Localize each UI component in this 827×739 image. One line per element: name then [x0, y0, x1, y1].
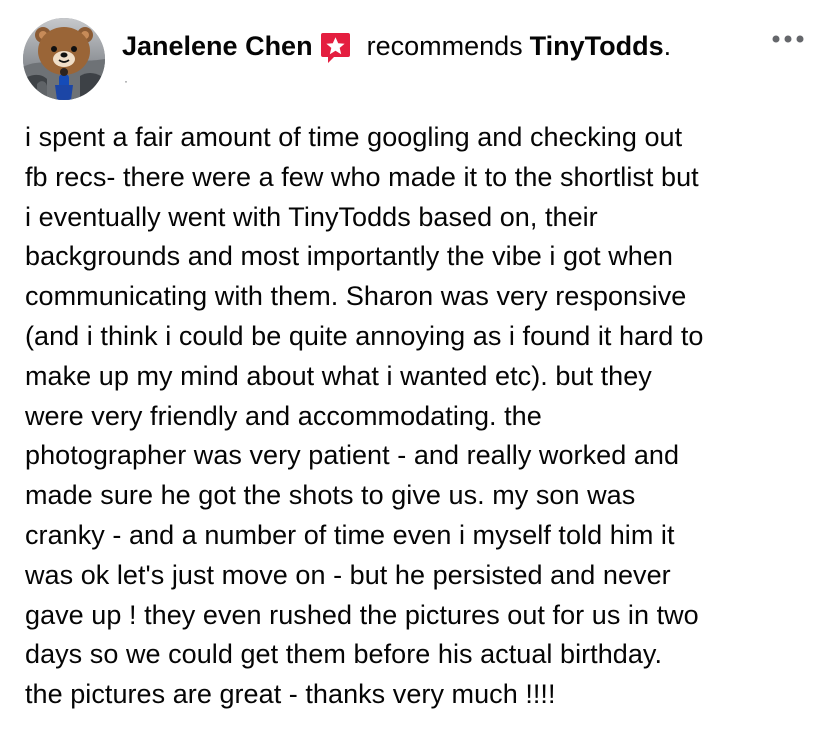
recommendation-post: Janelene Chen recommends TinyTodds . · i… [0, 0, 827, 739]
post-body-line: communicating with them. Sharon was very… [25, 281, 687, 312]
post-meta-mark: · [124, 74, 128, 88]
post-body-line: the pictures are great - thanks very muc… [25, 679, 556, 710]
star-recommendation-icon [320, 32, 351, 64]
post-header: Janelene Chen recommends TinyTodds . [122, 26, 671, 66]
post-body-line: made sure he got the shots to give us. m… [25, 480, 636, 511]
post-body-line: i eventually went with TinyTodds based o… [25, 201, 598, 232]
post-body-line: make up my mind about what i wanted etc)… [25, 360, 652, 391]
post-body-line: cranky - and a number of time even i mys… [25, 519, 675, 550]
recommended-page-link[interactable]: TinyTodds [530, 26, 664, 66]
post-body-line: days so we could get them before his act… [25, 639, 663, 670]
post-body-text: i spent a fair amount of time googling a… [25, 118, 815, 715]
post-body-line: were very friendly and accommodating. th… [25, 400, 542, 431]
post-body-line: (and i think i could be quite annoying a… [25, 320, 704, 351]
bear-avatar-icon[interactable] [23, 18, 105, 100]
post-body-line: i spent a fair amount of time googling a… [25, 122, 683, 152]
author-name[interactable]: Janelene Chen [122, 26, 313, 66]
more-horizontal-icon[interactable] [768, 26, 808, 52]
post-body-line: backgrounds and most importantly the vib… [25, 241, 673, 272]
post-body-line: photographer was very patient - and real… [25, 440, 680, 471]
post-body-line: gave up ! they even rushed the pictures … [25, 599, 699, 630]
sentence-period: . [663, 31, 672, 61]
post-body-line: was ok let's just move on - but he persi… [25, 559, 671, 590]
post-body-line: fb recs- there were a few who made it to… [25, 161, 699, 192]
recommendation-text: recommends [366, 31, 523, 61]
